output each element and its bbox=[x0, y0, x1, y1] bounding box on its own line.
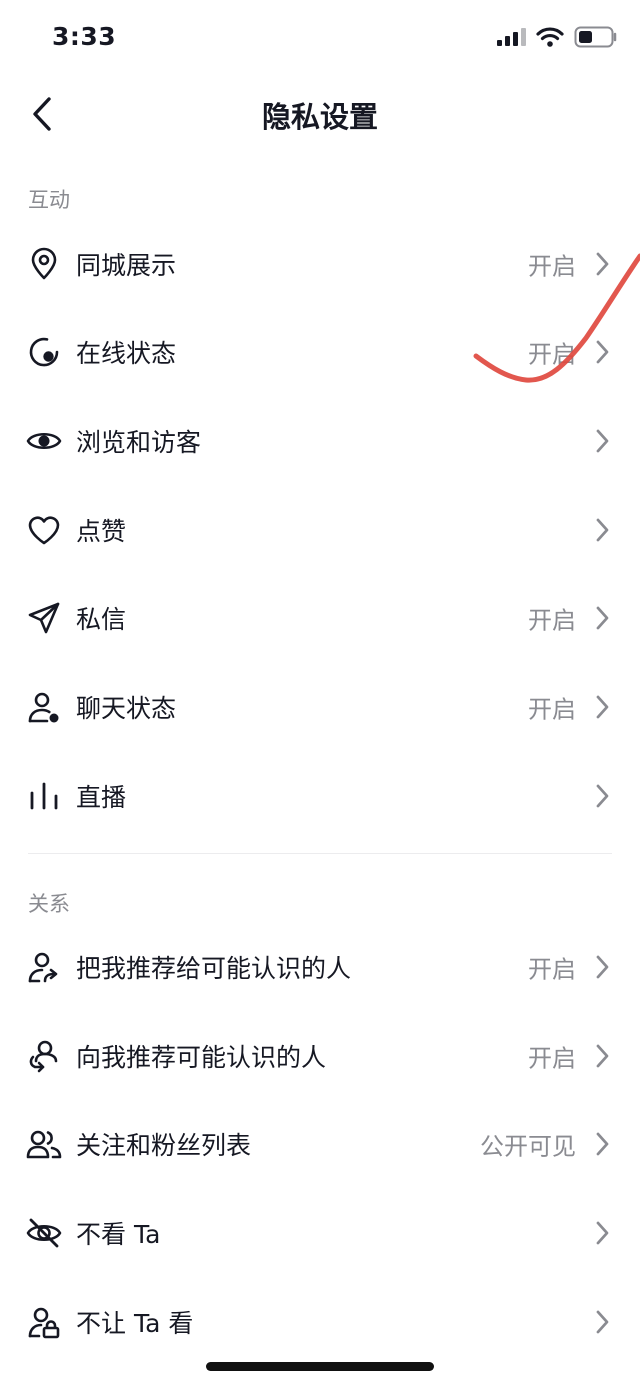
row-value: 开启 bbox=[528, 695, 576, 724]
user-dot-icon bbox=[26, 689, 62, 725]
user-recommend-icon bbox=[26, 1038, 62, 1074]
home-indicator bbox=[206, 1362, 434, 1371]
row-label: 私信 bbox=[76, 605, 127, 634]
chevron-right-icon bbox=[596, 1044, 609, 1068]
row-likes[interactable]: 点赞 bbox=[0, 486, 640, 574]
row-label: 不让 Ta 看 bbox=[76, 1309, 194, 1338]
chevron-right-icon bbox=[596, 1132, 609, 1156]
live-bars-icon bbox=[26, 778, 62, 814]
status-icons bbox=[496, 26, 618, 48]
row-direct-messages[interactable]: 私信 开启 bbox=[0, 574, 640, 662]
chevron-right-icon bbox=[596, 429, 609, 453]
row-online-status[interactable]: 在线状态 开启 bbox=[0, 308, 640, 396]
heart-icon bbox=[26, 512, 62, 548]
chevron-right-icon bbox=[596, 606, 609, 630]
row-value: 开启 bbox=[528, 1044, 576, 1073]
wifi-icon bbox=[536, 27, 564, 47]
row-label: 同城展示 bbox=[76, 251, 177, 280]
row-label: 点赞 bbox=[76, 517, 127, 546]
battery-icon bbox=[574, 26, 617, 48]
row-label: 浏览和访客 bbox=[76, 428, 202, 457]
row-label: 在线状态 bbox=[76, 339, 177, 368]
section-header-interaction: 互动 bbox=[28, 188, 70, 212]
user-lock-icon bbox=[26, 1304, 62, 1340]
row-value: 开启 bbox=[528, 955, 576, 984]
paper-plane-icon bbox=[26, 600, 62, 636]
page-title: 隐私设置 bbox=[261, 100, 378, 134]
chevron-right-icon bbox=[596, 518, 609, 542]
row-dont-see-them[interactable]: 不看 Ta bbox=[0, 1189, 640, 1277]
eye-off-icon bbox=[26, 1215, 62, 1251]
chevron-right-icon bbox=[596, 784, 609, 808]
user-share-icon bbox=[26, 949, 62, 985]
row-nearby-display[interactable]: 同城展示 开启 bbox=[0, 220, 640, 308]
status-time: 3:33 bbox=[52, 22, 117, 51]
eye-icon bbox=[26, 423, 62, 459]
row-label: 把我推荐给可能认识的人 bbox=[76, 954, 352, 983]
chevron-right-icon bbox=[596, 1310, 609, 1334]
section-header-relationships: 关系 bbox=[28, 892, 70, 916]
row-following-followers-list[interactable]: 关注和粉丝列表 公开可见 bbox=[0, 1100, 640, 1188]
row-recommend-me-to-others[interactable]: 把我推荐给可能认识的人 开启 bbox=[0, 923, 640, 1011]
row-chat-status[interactable]: 聊天状态 开启 bbox=[0, 663, 640, 751]
location-pin-icon bbox=[26, 246, 62, 282]
nav-bar: 隐私设置 bbox=[0, 80, 640, 146]
users-icon bbox=[26, 1126, 62, 1162]
row-dont-let-them-see[interactable]: 不让 Ta 看 bbox=[0, 1278, 640, 1366]
row-value: 开启 bbox=[528, 252, 576, 281]
chevron-right-icon bbox=[596, 695, 609, 719]
chevron-right-icon bbox=[596, 340, 609, 364]
row-value: 公开可见 bbox=[480, 1132, 576, 1161]
row-label: 关注和粉丝列表 bbox=[76, 1131, 252, 1160]
status-bar: 3:33 bbox=[0, 0, 640, 80]
row-label: 聊天状态 bbox=[76, 694, 177, 723]
row-value: 开启 bbox=[528, 340, 576, 369]
row-label: 向我推荐可能认识的人 bbox=[76, 1043, 327, 1072]
chevron-right-icon bbox=[596, 955, 609, 979]
row-recommend-others-to-me[interactable]: 向我推荐可能认识的人 开启 bbox=[0, 1012, 640, 1100]
row-label: 不看 Ta bbox=[76, 1220, 161, 1249]
cellular-signal-icon bbox=[497, 28, 526, 46]
row-browse-visitors[interactable]: 浏览和访客 bbox=[0, 397, 640, 485]
row-label: 直播 bbox=[76, 783, 127, 812]
chevron-right-icon bbox=[596, 252, 609, 276]
row-value: 开启 bbox=[528, 606, 576, 635]
online-status-icon bbox=[26, 334, 62, 370]
chevron-right-icon bbox=[596, 1221, 609, 1245]
row-live[interactable]: 直播 bbox=[0, 752, 640, 840]
section-divider bbox=[28, 853, 612, 854]
